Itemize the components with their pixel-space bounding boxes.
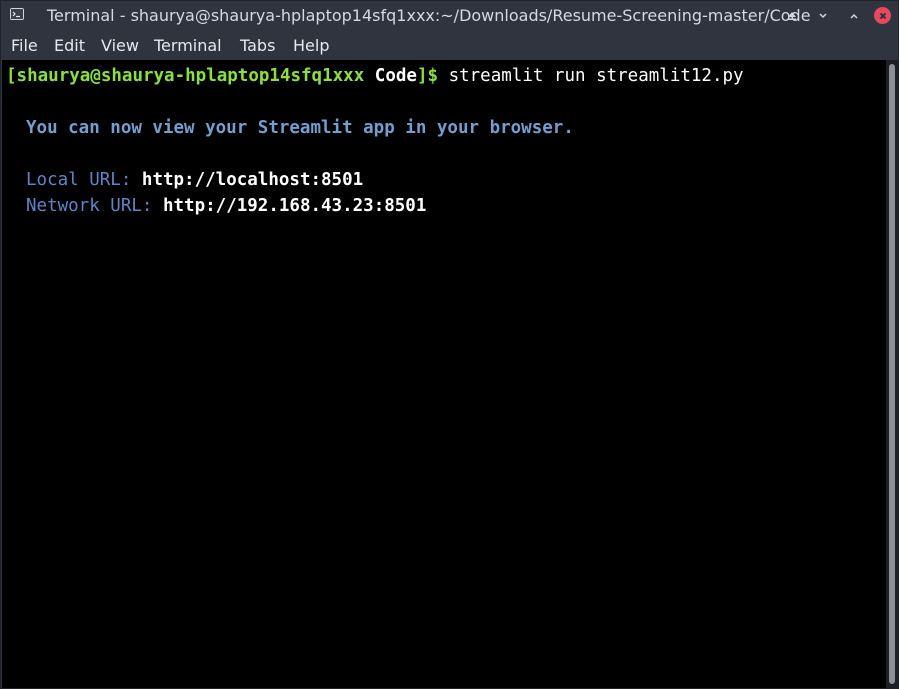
prompt-bracket-open: [ bbox=[6, 66, 17, 86]
scroll-thumb[interactable] bbox=[889, 64, 895, 684]
menu-view[interactable]: View bbox=[101, 36, 139, 55]
prompt-user-host: shaurya@shaurya-hplaptop14sfq1xxx bbox=[16, 66, 365, 86]
title-bar[interactable]: Terminal - shaurya@shaurya-hplaptop14sfq… bbox=[1, 1, 898, 31]
local-url-line: Local URL: http://localhost:8501 bbox=[26, 170, 363, 190]
minimize-icon[interactable] bbox=[815, 8, 831, 24]
network-url-label: Network URL: bbox=[26, 196, 153, 216]
terminal-icon[interactable] bbox=[10, 8, 24, 20]
info-message: You can now view your Streamlit app in y… bbox=[26, 118, 574, 138]
streamlit-message: You can now view your Streamlit app in y… bbox=[26, 118, 574, 138]
menu-help[interactable]: Help bbox=[293, 36, 329, 55]
maximize-icon[interactable] bbox=[846, 8, 862, 24]
terminal-window: Terminal - shaurya@shaurya-hplaptop14sfq… bbox=[0, 0, 899, 689]
window-title: Terminal - shaurya@shaurya-hplaptop14sfq… bbox=[47, 6, 811, 25]
prompt-line: [shaurya@shaurya-hplaptop14sfq1xxx Code]… bbox=[6, 66, 744, 86]
network-url-line: Network URL: http://192.168.43.23:8501 bbox=[26, 196, 426, 216]
keep-above-icon[interactable] bbox=[784, 8, 800, 24]
menu-bar: File Edit View Terminal Tabs Help bbox=[1, 32, 898, 60]
prompt-bracket-close: ]$ bbox=[416, 66, 439, 86]
terminal-output[interactable]: [shaurya@shaurya-hplaptop14sfq1xxx Code]… bbox=[2, 60, 886, 688]
network-url-link[interactable]: http://192.168.43.23:8501 bbox=[163, 196, 426, 216]
prompt-directory: Code bbox=[374, 66, 417, 86]
menu-terminal[interactable]: Terminal bbox=[154, 36, 222, 55]
local-url-link[interactable]: http://localhost:8501 bbox=[142, 170, 363, 190]
menu-edit[interactable]: Edit bbox=[54, 36, 85, 55]
local-url-label: Local URL: bbox=[26, 170, 132, 190]
close-icon[interactable] bbox=[874, 7, 891, 24]
command-text: streamlit run streamlit12.py bbox=[448, 66, 744, 86]
menu-tabs[interactable]: Tabs bbox=[240, 36, 275, 55]
scrollbar[interactable] bbox=[886, 60, 898, 688]
menu-file[interactable]: File bbox=[11, 36, 38, 55]
